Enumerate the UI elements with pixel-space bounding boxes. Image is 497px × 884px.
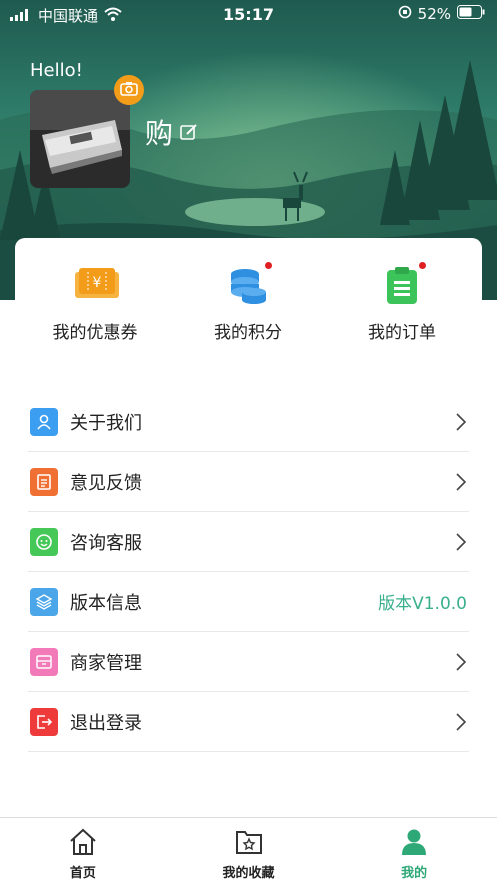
menu-item-label: 版本信息 <box>70 592 142 614</box>
logout-icon <box>30 707 58 736</box>
orientation-lock-icon <box>398 5 412 23</box>
order-clipboard-icon <box>382 262 426 306</box>
home-icon <box>68 828 98 860</box>
chevron-right-icon <box>455 412 467 436</box>
tab-label: 我的 <box>401 866 428 881</box>
menu-item-label: 商家管理 <box>70 652 142 674</box>
change-avatar-button[interactable] <box>114 75 144 105</box>
settings-menu: 关于我们 意见反馈 咨询客服 版本信息 版本V1.0.0 商家管理 退出登录 <box>28 392 469 752</box>
merchant-icon <box>30 647 58 676</box>
coupons-button[interactable]: ¥ 我的优惠券 <box>20 266 170 343</box>
tab-label: 首页 <box>69 866 96 881</box>
customer-service-icon <box>30 527 58 556</box>
menu-item-logout[interactable]: 退出登录 <box>28 692 469 752</box>
chevron-right-icon <box>455 532 467 556</box>
orders-button[interactable]: 我的订单 <box>327 262 477 343</box>
menu-item-about-us[interactable]: 关于我们 <box>28 392 469 452</box>
camera-icon <box>120 81 138 100</box>
tab-favorites[interactable]: 我的收藏 <box>166 818 332 884</box>
username-row: 购 <box>145 112 199 152</box>
menu-item-label: 意见反馈 <box>70 472 142 494</box>
favorites-folder-icon <box>234 831 264 860</box>
tab-mine[interactable]: 我的 <box>331 818 497 884</box>
battery-icon <box>457 5 485 23</box>
points-label: 我的积分 <box>214 323 282 343</box>
menu-item-feedback[interactable]: 意见反馈 <box>28 452 469 512</box>
points-button[interactable]: 我的积分 <box>173 262 323 343</box>
coupons-label: 我的优惠券 <box>52 323 138 343</box>
chevron-right-icon <box>455 712 467 736</box>
points-coins-icon <box>228 262 272 306</box>
menu-item-version-info[interactable]: 版本信息 版本V1.0.0 <box>28 572 469 632</box>
status-bar: 中国联通 15:17 52% <box>0 0 497 30</box>
feedback-doc-icon <box>30 467 58 496</box>
edit-name-icon[interactable] <box>179 116 199 149</box>
tab-label: 我的收藏 <box>222 866 275 881</box>
avatar[interactable] <box>30 90 130 188</box>
profile-icon <box>399 829 429 860</box>
chevron-right-icon <box>455 652 467 676</box>
coupon-icon: ¥ <box>75 266 119 306</box>
username: 购 <box>145 117 174 150</box>
quick-actions-card: ¥ 我的优惠券 我的积分 我的订单 <box>15 238 482 358</box>
points-notification-dot <box>265 262 272 269</box>
layers-icon <box>30 587 58 616</box>
menu-item-label: 咨询客服 <box>70 532 142 554</box>
tab-home[interactable]: 首页 <box>0 818 166 884</box>
bottom-tab-bar: 首页 我的收藏 我的 <box>0 817 497 884</box>
menu-item-customer-service[interactable]: 咨询客服 <box>28 512 469 572</box>
greeting-text: Hello! <box>30 60 83 81</box>
menu-item-merchant-management[interactable]: 商家管理 <box>28 632 469 692</box>
orders-notification-dot <box>419 262 426 269</box>
chevron-right-icon <box>455 472 467 496</box>
svg-text:¥: ¥ <box>93 275 102 291</box>
menu-item-label: 退出登录 <box>70 712 142 734</box>
about-user-icon <box>30 407 58 436</box>
version-number: 版本V1.0.0 <box>378 594 467 614</box>
menu-item-label: 关于我们 <box>70 412 142 434</box>
orders-label: 我的订单 <box>368 323 436 343</box>
battery-percent: 52% <box>417 5 451 23</box>
